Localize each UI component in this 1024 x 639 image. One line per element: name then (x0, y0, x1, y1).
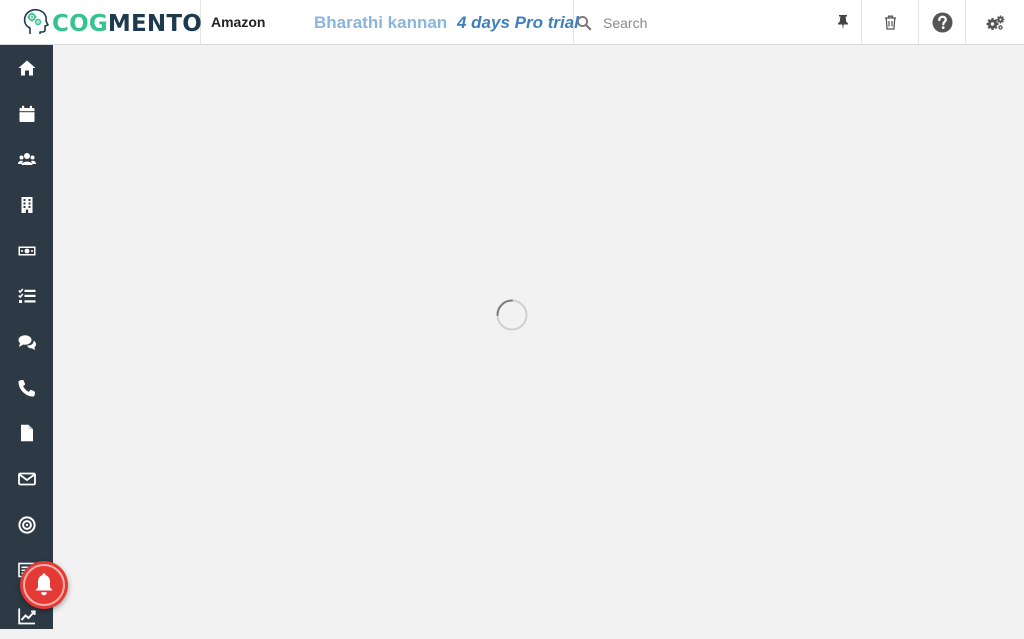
pin-icon[interactable] (836, 14, 850, 30)
trial-badge[interactable]: 4 days Pro trial (457, 13, 579, 33)
bell-icon (35, 573, 53, 596)
main-content (53, 45, 1024, 629)
deals-icon (18, 246, 36, 256)
sidebar-item-documents[interactable] (0, 410, 53, 456)
sidebar-item-campaigns[interactable] (0, 502, 53, 548)
help-icon (932, 12, 953, 33)
email-icon (18, 472, 36, 486)
sidebar-item-contacts[interactable] (0, 136, 53, 182)
trash-button[interactable] (862, 0, 919, 44)
tasks-icon (18, 288, 36, 303)
search-box (573, 0, 862, 44)
top-header: COGMENTO Amazon Bharathi kannan 4 days P… (0, 0, 1024, 45)
trash-icon (885, 15, 896, 30)
sidebar (0, 45, 53, 629)
sidebar-item-calls[interactable] (0, 365, 53, 411)
notification-bell-button[interactable] (20, 561, 68, 609)
home-icon (18, 60, 36, 76)
brain-logo-icon (23, 8, 49, 34)
contacts-icon (18, 153, 36, 165)
companies-icon (21, 197, 33, 213)
reports-icon (18, 608, 36, 625)
search-icon[interactable] (576, 15, 592, 31)
sidebar-item-home[interactable] (0, 45, 53, 91)
user-name[interactable]: Bharathi kannan (314, 13, 447, 33)
brand-wordmark-part1: COG (52, 11, 108, 37)
sidebar-item-email[interactable] (0, 456, 53, 502)
sidebar-item-calendar[interactable] (0, 91, 53, 137)
cases-icon (18, 335, 36, 350)
search-input[interactable] (601, 10, 825, 36)
campaigns-icon (18, 516, 36, 534)
settings-icon (986, 15, 1005, 30)
help-button[interactable] (919, 0, 966, 44)
calendar-icon (19, 105, 35, 122)
loading-spinner (496, 299, 528, 331)
sidebar-item-companies[interactable] (0, 182, 53, 228)
brand-logo[interactable]: COGMENTO (0, 0, 202, 44)
sidebar-item-deals[interactable] (0, 228, 53, 274)
company-name: Amazon (211, 14, 266, 30)
settings-button[interactable] (966, 0, 1024, 44)
brand-wordmark: COGMENTO (52, 10, 202, 38)
documents-icon (21, 424, 33, 442)
calls-icon (18, 379, 36, 397)
sidebar-item-cases[interactable] (0, 319, 53, 365)
sidebar-item-tasks[interactable] (0, 273, 53, 319)
brand-wordmark-part2: MENTO (107, 11, 203, 37)
